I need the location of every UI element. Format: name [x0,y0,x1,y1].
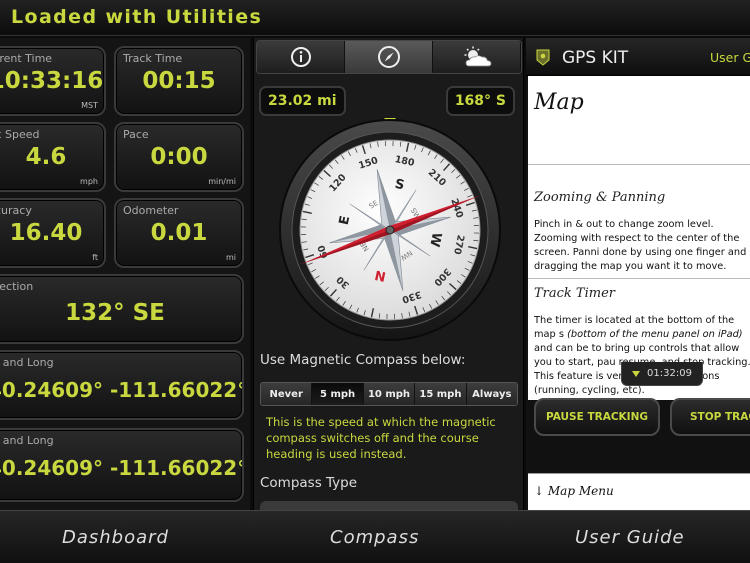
tile-value: 10:33:16 [0,68,104,94]
weather-icon [464,46,491,67]
tile-value: 0.01 [150,220,208,246]
tile-label: t and Long [0,434,54,447]
tile-label: x Speed [0,128,40,141]
heading-readout: 168° S [445,86,515,116]
tile-label: curacy [0,204,32,217]
tile-label: Pace [123,128,149,141]
tile-label: Track Time [123,52,183,65]
stop-tracking-button[interactable]: STOP TRAC [670,398,750,436]
divider [528,164,750,165]
compass-tabs [256,40,522,74]
tile-value: 40.24609° -111.66022° [0,378,244,402]
app-name: GPS KIT [562,48,629,68]
lat-long-tile[interactable]: t and Long 40.24609° -111.66022° [0,350,244,420]
lat-long-tile[interactable]: t and Long 40.24609° -111.66022° [0,428,244,502]
guide-title: Map [534,90,584,115]
map-menu-text: Map Menu [547,484,614,498]
tab-compass[interactable] [345,41,433,73]
info-icon [290,47,311,67]
tile-label: rection [0,280,34,293]
track-time-tile[interactable]: Track Time 00:15 [114,46,244,116]
speed-option-always[interactable]: Always [466,383,517,405]
divider [528,278,750,279]
section-text: Pinch in & out to change zoom level. Zoo… [534,219,747,272]
magnetic-compass-label: Use Magnetic Compass below: [260,352,466,368]
tile-label: Odometer [123,204,179,217]
tile-unit: mi [225,253,236,262]
compass-dial[interactable]: 3060120150 180210240270300330NESWNESESWNW [276,114,504,342]
tile-label: t and Long [0,356,54,369]
speed-option-10mph[interactable]: 10 mph [363,383,416,405]
section-text-italic: (bottom of the menu panel on iPad) [567,329,743,340]
odometer-tile[interactable]: Odometer 0.01 mi [114,198,244,268]
compass-icon [377,46,400,68]
tile-unit: mph [80,177,98,186]
nav-dashboard[interactable]: Dashboard [62,527,169,548]
dashboard-panel: rrent Time 10:33:16 MST Track Time 00:15… [0,38,250,510]
gps-kit-logo-icon [536,49,550,66]
current-time-tile[interactable]: rrent Time 10:33:16 MST [0,46,106,116]
bottom-navigation: Dashboard Compass User Guide [0,510,750,563]
magnetic-speed-selector: Never 5 mph 10 mph 15 mph Always [260,382,518,406]
magnetic-speed-note: This is the speed at which the magnetic … [266,415,496,461]
tile-value: 40.24609° -111.66022° [0,456,244,480]
tile-value: 16.40 [9,220,83,246]
tile-unit: ft [92,253,98,262]
compass-type-selector[interactable] [260,501,518,510]
section-heading: Track Timer [534,286,615,301]
max-speed-tile[interactable]: x Speed 4.6 mph [0,122,106,192]
map-menu-label: ↓ Map Menu [534,484,614,498]
tile-unit: min/mi [208,177,236,186]
nav-user-guide[interactable]: User Guide [575,527,685,548]
tile-label: rrent Time [0,52,53,65]
map-menu-bar[interactable]: ↓ Map Menu [528,473,750,510]
tab-info[interactable] [257,41,345,73]
dial-cardinal-label: W [426,231,444,248]
track-timer-tab[interactable]: 01:32:09 [621,362,703,386]
tile-value: 4.6 [25,144,67,170]
speed-option-15mph[interactable]: 15 mph [415,383,467,405]
chevron-down-icon [632,370,641,377]
track-timer: 01:32:09 [647,368,692,379]
pace-tile[interactable]: Pace 0:00 min/mi [114,122,244,192]
tab-weather[interactable] [433,41,521,73]
screen-title: Loaded with Utilities [11,6,263,28]
top-bar: Loaded with Utilities [0,0,750,36]
guide-header: GPS KIT User G [526,38,750,76]
direction-tile[interactable]: rection 132° SE [0,274,244,344]
speed-option-5mph[interactable]: 5 mph [312,383,364,405]
pause-tracking-button[interactable]: PAUSE TRACKING [534,398,660,436]
nav-compass[interactable]: Compass [330,527,419,548]
compass-panel: 23.02 mi 168° S 30 60 120 150 180 210 240 270 30… [253,38,524,510]
arrow-down-icon: ↓ [534,484,545,498]
compass-type-label: Compass Type [260,475,358,491]
tile-value: 0:00 [150,144,208,170]
tile-value: 00:15 [142,68,216,94]
speed-option-never[interactable]: Never [261,383,313,405]
tile-value: 132° SE [65,300,165,326]
distance-readout: 23.02 mi [259,86,346,116]
guide-page: Map Zooming & Panning Pinch in & out to … [528,76,750,400]
accuracy-tile[interactable]: curacy 16.40 ft [0,198,106,268]
user-guide-link[interactable]: User G [710,50,750,65]
tile-unit: MST [81,101,98,110]
section-heading: Zooming & Panning [534,190,666,205]
user-guide-panel: GPS KIT User G Map Zooming & Panning Pin… [526,38,750,510]
